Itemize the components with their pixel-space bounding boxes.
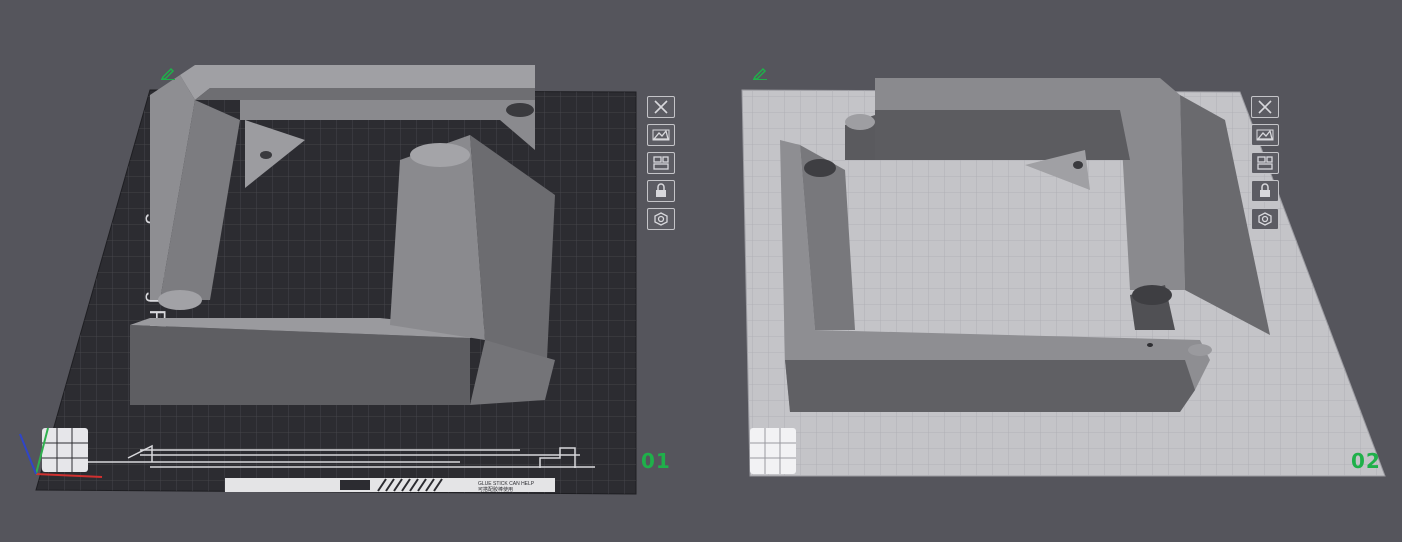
auto-orient-button[interactable] (1251, 124, 1279, 146)
lock-icon (656, 183, 666, 197)
plate-settings-button[interactable] (647, 208, 675, 230)
close-plate-button[interactable] (647, 96, 675, 118)
close-plate-button[interactable] (1251, 96, 1279, 118)
3d-viewport[interactable]: GLUE STICK CAN HELP 可搭配胶棒使用 Bambu Engine… (0, 0, 1402, 542)
close-icon (654, 100, 668, 114)
edit-plate-name-icon[interactable] (160, 66, 176, 80)
settings-icon (654, 212, 668, 226)
edit-plate-name-icon[interactable] (752, 66, 768, 80)
plate-footer-note-cn: 可搭配胶棒使用 (478, 486, 513, 493)
plate-01[interactable]: GLUE STICK CAN HELP 可搭配胶棒使用 Bambu Engine… (0, 0, 1402, 542)
auto-orient-icon (652, 129, 670, 141)
plate-02-toolbar (1251, 96, 1279, 230)
auto-orient-icon (1256, 129, 1274, 141)
plate-number-01[interactable]: 01 (641, 449, 671, 473)
plate-01-toolbar (647, 96, 675, 230)
lock-icon (1260, 183, 1270, 197)
arrange-button[interactable] (647, 152, 675, 174)
lock-plate-button[interactable] (647, 180, 675, 202)
close-icon (1258, 100, 1272, 114)
lock-plate-button[interactable] (1251, 180, 1279, 202)
arrange-button[interactable] (1251, 152, 1279, 174)
arrange-icon (1257, 156, 1273, 170)
origin-marker-2 (750, 428, 796, 474)
origin-marker (42, 428, 88, 472)
plate-number-02[interactable]: 02 (1351, 449, 1381, 473)
settings-icon (1258, 212, 1272, 226)
arrange-icon (653, 156, 669, 170)
plate-settings-button[interactable] (1251, 208, 1279, 230)
auto-orient-button[interactable] (647, 124, 675, 146)
